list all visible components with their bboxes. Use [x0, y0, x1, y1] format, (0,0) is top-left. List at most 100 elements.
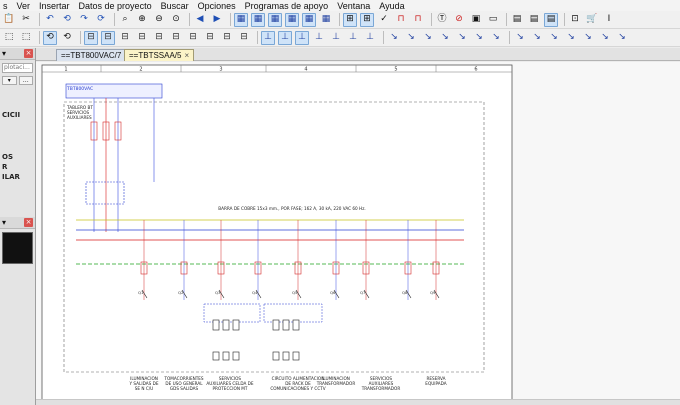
horizontal-scrollbar[interactable]: [36, 399, 680, 405]
wire-icon[interactable]: ↘: [581, 31, 595, 45]
panel-close-icon[interactable]: ×: [24, 49, 33, 58]
undo-icon[interactable]: ↶: [43, 13, 57, 27]
zoom-sheet-icon[interactable]: ⊡: [568, 13, 582, 27]
pin-icon[interactable]: ▾: [2, 218, 6, 227]
panel-filter-field[interactable]: plotaci...: [2, 63, 33, 73]
pin-icon[interactable]: ▾: [2, 49, 6, 58]
contactor-coil: [232, 319, 240, 331]
page-icon[interactable]: ▤: [510, 13, 524, 27]
wire-icon[interactable]: ↘: [455, 31, 469, 45]
wire-icon[interactable]: ↘: [564, 31, 578, 45]
device-icon[interactable]: ⊟: [186, 31, 200, 45]
back-icon[interactable]: ◀: [193, 13, 207, 27]
wire-icon[interactable]: ↘: [472, 31, 486, 45]
route-icon[interactable]: ⊓: [411, 13, 425, 27]
wire-icon[interactable]: ↘: [489, 31, 503, 45]
menu-insertar[interactable]: Insertar: [36, 1, 73, 11]
panel-option-button[interactable]: ▾: [2, 76, 17, 85]
connect-icon[interactable]: ⊥: [261, 30, 275, 45]
paste-icon[interactable]: 📋: [2, 13, 16, 27]
menu-opciones[interactable]: Opciones: [195, 1, 239, 11]
text-icon[interactable]: Ⓣ: [435, 13, 449, 27]
zoom-in-icon[interactable]: ⊕: [135, 13, 149, 27]
panel-tree-item[interactable]: R: [2, 163, 33, 171]
device-icon[interactable]: ⊟: [220, 31, 234, 45]
wire-icon[interactable]: ↘: [547, 31, 561, 45]
column-number: 4: [304, 67, 307, 73]
menu-programas-de-apoyo[interactable]: Programas de apoyo: [242, 1, 332, 11]
grid-icon[interactable]: ▦: [302, 12, 316, 27]
tab-tbtssaa-5[interactable]: ==TBTSSAA/5 ×: [124, 49, 195, 61]
device-icon[interactable]: ⊟: [152, 31, 166, 45]
page-icon[interactable]: ▤: [544, 12, 558, 27]
hide-icon[interactable]: ⊘: [452, 13, 466, 27]
connect-icon[interactable]: ⊥: [278, 30, 292, 45]
wire-icon[interactable]: ↘: [438, 31, 452, 45]
grid-icon[interactable]: ▦: [285, 12, 299, 27]
menu-ayuda[interactable]: Ayuda: [376, 1, 407, 11]
circuit-label: GDS SALIDAS: [170, 386, 199, 391]
redo-all-icon[interactable]: ⟳: [94, 13, 108, 27]
menu-s[interactable]: s: [0, 1, 11, 11]
device-icon[interactable]: ⊟: [237, 31, 251, 45]
drawing-canvas[interactable]: 1 2 3 4 5 6 TBT800VAC TABLERO BT SERVICIOS AUXILI…: [36, 62, 680, 405]
route-icon[interactable]: ⊓: [394, 13, 408, 27]
device-icon[interactable]: ⊟: [101, 30, 115, 45]
relay-symbol: [272, 351, 280, 361]
image-icon[interactable]: ▣: [469, 13, 483, 27]
wire-icon[interactable]: ↘: [615, 31, 629, 45]
menu-buscar[interactable]: Buscar: [158, 1, 192, 11]
busbar-note: BARRA DE COBRE 15x3 mm., POR FASE; 162 A…: [218, 206, 365, 211]
text-cursor-icon[interactable]: Ⅰ: [602, 13, 616, 27]
rotate-icon[interactable]: ⟲: [60, 31, 74, 45]
select-icon[interactable]: ⬚: [19, 31, 33, 45]
grid-icon[interactable]: ▦: [319, 13, 333, 27]
page-icon[interactable]: ▤: [527, 13, 541, 27]
select-icon[interactable]: ⬚: [2, 31, 16, 45]
box-icon[interactable]: ▭: [486, 13, 500, 27]
grid-icon[interactable]: ▦: [251, 12, 265, 27]
page-preview-thumbnail[interactable]: [2, 232, 33, 264]
redo-icon[interactable]: ↷: [77, 13, 91, 27]
panel-tree-item[interactable]: CICII: [2, 111, 33, 119]
panel-tree-item[interactable]: OS: [2, 153, 33, 161]
tab-tbt800vac-7[interactable]: ==TBT800VAC/7: [56, 49, 127, 61]
forward-icon[interactable]: ▶: [210, 13, 224, 27]
rotate-icon[interactable]: ⟲: [43, 30, 57, 45]
grid-icon[interactable]: ▦: [268, 12, 282, 27]
connect-icon[interactable]: ⊥: [329, 31, 343, 45]
connect-icon[interactable]: ⊥: [346, 31, 360, 45]
cart-icon[interactable]: 🛒: [585, 13, 599, 27]
preview-close-icon[interactable]: ×: [24, 218, 33, 227]
menu-ver[interactable]: Ver: [14, 1, 34, 11]
device-icon[interactable]: ⊟: [203, 31, 217, 45]
zoom-out-icon[interactable]: ⊖: [152, 13, 166, 27]
snap-icon[interactable]: ⊞: [343, 12, 357, 27]
wire-icon[interactable]: ↘: [387, 31, 401, 45]
wire-icon[interactable]: ↘: [513, 31, 527, 45]
check-icon[interactable]: ✓: [377, 13, 391, 27]
panel-more-button[interactable]: …: [18, 76, 33, 85]
zoom-all-icon[interactable]: ⊙: [169, 13, 183, 27]
device-icon[interactable]: ⊟: [84, 30, 98, 45]
connect-icon[interactable]: ⊥: [363, 31, 377, 45]
board-description: AUXILIARES: [67, 115, 92, 120]
connect-icon[interactable]: ⊥: [312, 31, 326, 45]
device-icon[interactable]: ⊟: [135, 31, 149, 45]
close-icon[interactable]: ×: [184, 51, 189, 60]
wire-icon[interactable]: ↘: [404, 31, 418, 45]
snap-icon[interactable]: ⊞: [360, 12, 374, 27]
panel-tree-item[interactable]: ILAR: [2, 173, 33, 181]
zoom-window-icon[interactable]: ⌕: [118, 13, 132, 27]
wire-icon[interactable]: ↘: [530, 31, 544, 45]
device-icon[interactable]: ⊟: [169, 31, 183, 45]
undo-all-icon[interactable]: ⟲: [60, 13, 74, 27]
wire-icon[interactable]: ↘: [598, 31, 612, 45]
grid-icon[interactable]: ▦: [234, 12, 248, 27]
device-icon[interactable]: ⊟: [118, 31, 132, 45]
connect-icon[interactable]: ⊥: [295, 30, 309, 45]
menu-datos-de-proyecto[interactable]: Datos de proyecto: [76, 1, 155, 11]
menu-ventana[interactable]: Ventana: [334, 1, 373, 11]
wire-icon[interactable]: ↘: [421, 31, 435, 45]
cut-icon[interactable]: ✂: [19, 13, 33, 27]
